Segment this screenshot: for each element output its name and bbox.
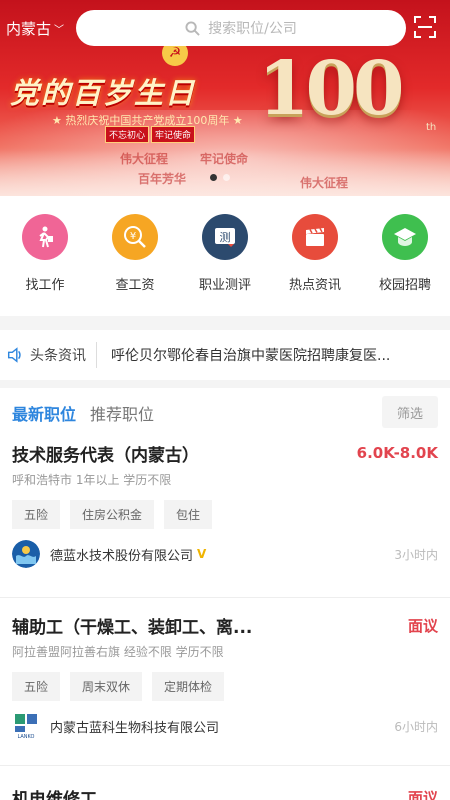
banner-deco-text: 伟大征程 — [300, 176, 349, 190]
news-tag: 头条资讯 — [30, 348, 86, 364]
city-label: 内蒙古 — [6, 20, 52, 38]
quick-link-label: 查工资 — [115, 278, 155, 293]
filter-button[interactable]: 筛选 — [382, 396, 438, 428]
jobs-section: 最新职位 推荐职位 筛选 技术服务代表（内蒙古） 6.0K-8.0K 呼和浩特市… — [0, 388, 450, 800]
quick-link-label: 校园招聘 — [378, 278, 431, 293]
job-card[interactable]: 技术服务代表（内蒙古） 6.0K-8.0K 呼和浩特市 1年以上 学历不限 五险… — [0, 438, 450, 598]
job-title: 辅助工（干燥工、装卸工、离... — [12, 617, 253, 638]
banner-number-suffix: th — [426, 122, 437, 133]
job-salary: 面议 — [407, 616, 438, 635]
graduation-cap-icon — [382, 214, 428, 260]
banner-deco-text: 牢记使命 — [200, 152, 249, 166]
job-tag: 五险 — [12, 500, 61, 529]
job-tags: 五险 周末双休 定期体检 — [12, 672, 438, 701]
company-logo — [12, 540, 40, 568]
job-title: 机电维修工 — [12, 789, 97, 800]
job-card[interactable]: 辅助工（干燥工、装卸工、离... 面议 阿拉善盟阿拉善右旗 经验不限 学历不限 … — [0, 598, 450, 766]
company-name: 内蒙古蓝科生物科技有限公司 — [50, 720, 220, 736]
company-name: 德蓝水技术股份有限公司 — [50, 548, 194, 564]
speaker-icon — [7, 347, 21, 363]
quick-link-campus[interactable]: 校园招聘 — [360, 196, 450, 316]
job-title: 技术服务代表（内蒙古） — [12, 445, 199, 466]
post-time: 3小时内 — [394, 547, 438, 562]
company-logo: LANKO — [15, 714, 37, 740]
job-tags: 五险 住房公积金 包住 — [12, 500, 438, 529]
job-tag: 包住 — [164, 500, 213, 529]
job-tag: 住房公积金 — [70, 500, 155, 529]
quick-link-find-job[interactable]: 找工作 — [0, 196, 90, 316]
job-salary: 面议 — [407, 788, 438, 800]
quick-link-label: 热点资讯 — [288, 278, 341, 293]
quick-link-assessment[interactable]: 测 职业测评 — [180, 196, 270, 316]
quick-link-salary[interactable]: ¥ 查工资 — [90, 196, 180, 316]
yuan-search-icon: ¥ — [112, 214, 158, 260]
pager-dot[interactable] — [210, 174, 217, 181]
job-tag: 五险 — [12, 672, 61, 701]
job-company[interactable]: 德蓝水技术股份有限公司 V 3小时内 — [12, 529, 438, 579]
scan-icon[interactable] — [414, 16, 436, 38]
job-company[interactable]: LANKO 内蒙古蓝科生物科技有限公司 6小时内 — [12, 701, 438, 751]
search-input[interactable]: 搜索职位/公司 — [76, 10, 406, 46]
divider — [96, 342, 97, 368]
post-time: 6小时内 — [394, 719, 438, 734]
banner-seal: 不忘初心 牢记使命 — [105, 126, 196, 143]
tab-latest-jobs[interactable]: 最新职位 — [12, 401, 76, 425]
quick-links: 找工作 ¥ 查工资 测 职业测评 热点资讯 校园招聘 — [0, 196, 450, 316]
quick-link-hot-news[interactable]: 热点资讯 — [270, 196, 360, 316]
search-icon — [185, 20, 200, 36]
banner-pager — [210, 174, 230, 181]
svg-text:测: 测 — [220, 231, 231, 244]
search-placeholder: 搜索职位/公司 — [208, 21, 297, 37]
banner-headline: 党的百岁生日 — [10, 76, 197, 110]
tab-recommended-jobs[interactable]: 推荐职位 — [90, 401, 154, 425]
news-headline-link[interactable]: 呼伦贝尔鄂伦春自治旗中蒙医院招聘康复医... — [111, 345, 441, 365]
headline-news-bar[interactable]: 头条资讯 呼伦贝尔鄂伦春自治旗中蒙医院招聘康复医... — [0, 330, 450, 380]
job-header: 机电维修工 面议 — [12, 782, 438, 800]
city-selector[interactable]: 内蒙古 ﹀ — [6, 18, 64, 39]
banner-deco-text: 伟大征程 — [120, 152, 169, 166]
svg-text:¥: ¥ — [130, 231, 136, 242]
job-meta: 呼和浩特市 1年以上 学历不限 — [12, 473, 172, 487]
job-tag: 定期体检 — [152, 672, 225, 701]
seal-text: 不忘初心 — [105, 126, 150, 143]
banner-number: 100 — [258, 46, 404, 132]
job-header: 技术服务代表（内蒙古） 6.0K-8.0K — [12, 438, 438, 468]
seal-text: 牢记使命 — [151, 126, 196, 143]
chevron-down-icon: ﹀ — [54, 25, 65, 36]
quick-link-label: 职业测评 — [198, 278, 251, 293]
job-card[interactable]: 机电维修工 面议 — [0, 766, 450, 800]
logo-text: LANKO — [17, 734, 34, 740]
job-tag: 周末双休 — [70, 672, 143, 701]
assessment-icon: 测 — [202, 214, 248, 260]
banner-deco-text: 百年芳华 — [138, 172, 187, 186]
pager-dot[interactable] — [223, 174, 230, 181]
walking-person-icon — [22, 214, 68, 260]
job-header: 辅助工（干燥工、装卸工、离... 面议 — [12, 610, 438, 640]
quick-link-label: 找工作 — [25, 278, 65, 293]
job-salary: 6.0K-8.0K — [356, 444, 438, 462]
job-meta: 阿拉善盟阿拉善右旗 经验不限 学历不限 — [12, 645, 224, 659]
clapperboard-icon — [292, 214, 338, 260]
verified-badge-icon: V — [197, 547, 207, 561]
job-tabs: 最新职位 推荐职位 筛选 — [0, 388, 450, 438]
